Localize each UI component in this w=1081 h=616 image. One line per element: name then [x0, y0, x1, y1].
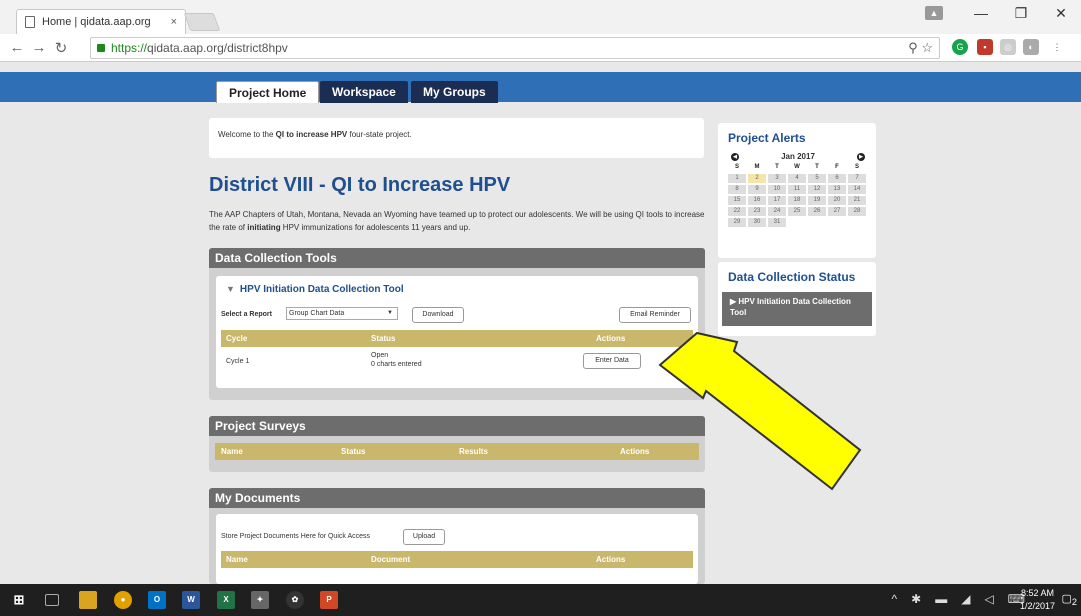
- notifications-icon[interactable]: ▢2: [1062, 592, 1078, 607]
- system-tray: ^ ✱ ▬ ◢ ◁ ⌨: [892, 592, 1026, 606]
- taskbar-clock[interactable]: 8:52 AM 1/2/2017: [1020, 587, 1055, 613]
- windows-start-icon[interactable]: ⊞: [10, 591, 28, 609]
- battery-icon[interactable]: ▬: [935, 592, 947, 606]
- clock-date: 1/2/2017: [1019, 601, 1055, 611]
- file-explorer-icon[interactable]: [79, 591, 97, 609]
- yellow-arrow-shape: [658, 331, 862, 491]
- clock-time: 8:52 AM: [1020, 588, 1054, 598]
- excel-icon[interactable]: X: [217, 591, 235, 609]
- windows-taskbar: ⊞ ● O W X ✦ ✿ P ^ ✱ ▬ ◢ ◁ ⌨ 8:52 AM 1/2/…: [0, 584, 1081, 616]
- app-icon-2[interactable]: ✿: [286, 591, 304, 609]
- annotation-arrow: [658, 331, 862, 491]
- volume-icon[interactable]: ◁: [984, 592, 993, 606]
- wifi-icon[interactable]: ◢: [961, 592, 970, 606]
- tray-app-icon[interactable]: ✱: [911, 592, 921, 606]
- powerpoint-icon[interactable]: P: [320, 591, 338, 609]
- notification-count: 2: [1071, 597, 1077, 608]
- word-icon[interactable]: W: [182, 591, 200, 609]
- outlook-icon[interactable]: O: [148, 591, 166, 609]
- tray-chevron-icon[interactable]: ^: [892, 592, 898, 606]
- chrome-icon[interactable]: ●: [114, 591, 132, 609]
- app-icon[interactable]: ✦: [251, 591, 269, 609]
- task-view-icon[interactable]: [45, 594, 59, 606]
